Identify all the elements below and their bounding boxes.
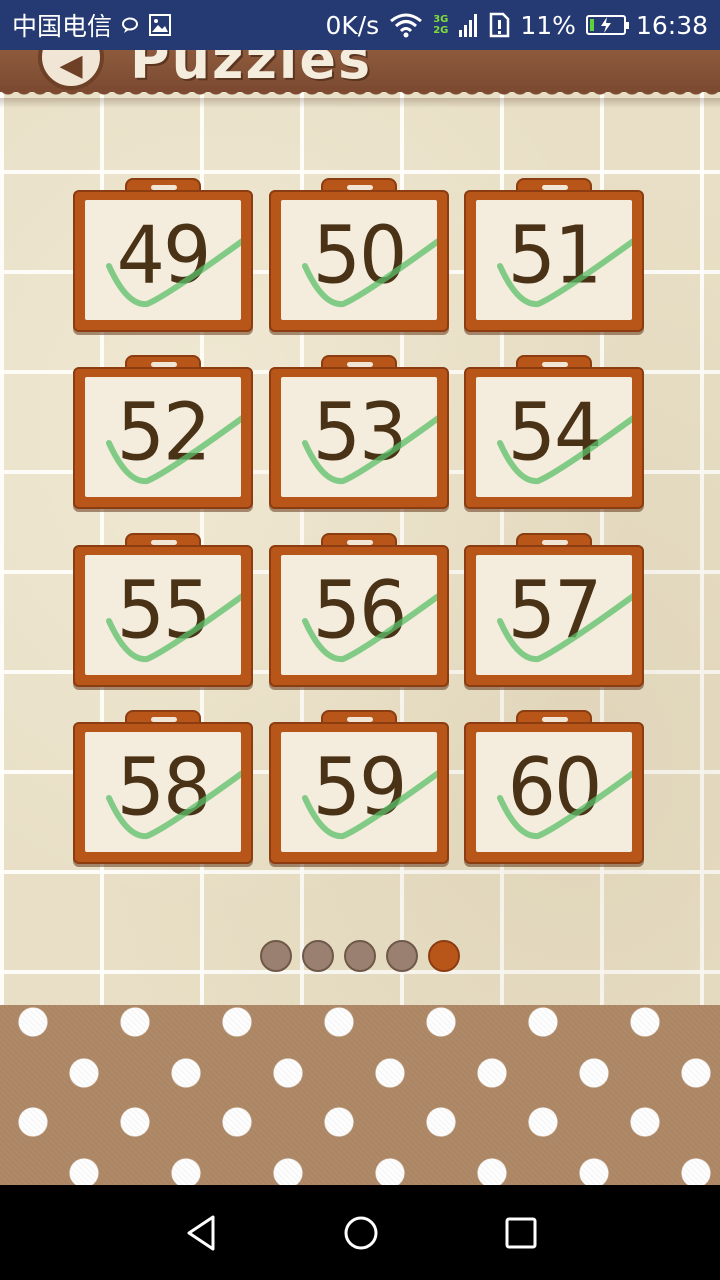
card-frame: 50 (269, 190, 449, 332)
card-face: 50 (281, 200, 437, 320)
completed-check-icon (302, 238, 437, 308)
card-face: 55 (85, 555, 241, 675)
image-icon (148, 13, 172, 37)
card-face: 59 (281, 732, 437, 852)
completed-check-icon (497, 593, 632, 663)
level-card-59[interactable]: 59 (269, 710, 449, 864)
completed-check-icon (106, 238, 241, 308)
completed-check-icon (497, 238, 632, 308)
signal-icon (458, 12, 478, 38)
card-frame: 58 (73, 722, 253, 864)
card-frame: 56 (269, 545, 449, 687)
network-type: 3G 2G (433, 14, 448, 36)
battery-charging-icon (585, 15, 629, 35)
polka-dot-banner (0, 1005, 720, 1185)
completed-check-icon (302, 770, 437, 840)
nav-back-button[interactable] (166, 1207, 236, 1259)
level-card-56[interactable]: 56 (269, 533, 449, 687)
completed-check-icon (302, 593, 437, 663)
level-card-55[interactable]: 55 (73, 533, 253, 687)
nav-recents-button[interactable] (486, 1207, 556, 1259)
level-card-54[interactable]: 54 (464, 355, 644, 509)
page-dot-5[interactable] (428, 940, 460, 972)
network-type-2g: 2G (433, 25, 449, 36)
nav-home-button[interactable] (326, 1207, 396, 1259)
level-card-53[interactable]: 53 (269, 355, 449, 509)
chat-bubble-icon (120, 15, 140, 35)
card-frame: 59 (269, 722, 449, 864)
completed-check-icon (106, 770, 241, 840)
carrier-label: 中国电信 (12, 12, 113, 41)
page-indicator (0, 940, 720, 976)
level-card-60[interactable]: 60 (464, 710, 644, 864)
card-face: 60 (476, 732, 632, 852)
level-select-screen: ◀ Puzzles 49 50 51 52 53 54 55 56 57 58 59 60 (0, 50, 720, 1005)
navigation-bar (0, 1185, 720, 1280)
back-arrow-icon: ◀ (59, 50, 83, 83)
network-type-3g: 3G (433, 14, 449, 25)
sim-alert-icon (488, 12, 510, 38)
card-face: 57 (476, 555, 632, 675)
card-face: 54 (476, 377, 632, 497)
page-dot-1[interactable] (260, 940, 292, 972)
level-card-57[interactable]: 57 (464, 533, 644, 687)
card-frame: 49 (73, 190, 253, 332)
card-frame: 52 (73, 367, 253, 509)
card-frame: 60 (464, 722, 644, 864)
clock: 16:38 (635, 10, 708, 40)
card-frame: 54 (464, 367, 644, 509)
completed-check-icon (497, 770, 632, 840)
level-card-49[interactable]: 49 (73, 178, 253, 332)
recents-square-icon (505, 1217, 537, 1249)
card-face: 52 (85, 377, 241, 497)
card-face: 49 (85, 200, 241, 320)
level-card-50[interactable]: 50 (269, 178, 449, 332)
header-shadow (0, 98, 720, 108)
battery-level-fill (589, 19, 594, 31)
back-triangle-icon (187, 1215, 215, 1251)
page-dot-4[interactable] (386, 940, 418, 972)
home-circle-icon (344, 1216, 378, 1250)
page-dot-3[interactable] (344, 940, 376, 972)
page-title: Puzzles (130, 50, 373, 91)
card-frame: 51 (464, 190, 644, 332)
status-right: 0K/s 3G 2G 11% 16:38 (325, 0, 708, 50)
status-bar: 中国电信 0K/s 3G 2G 11% 16:38 (0, 0, 720, 50)
level-card-58[interactable]: 58 (73, 710, 253, 864)
status-left: 中国电信 (12, 0, 172, 50)
battery-percent: 11% (520, 10, 576, 40)
completed-check-icon (106, 593, 241, 663)
completed-check-icon (302, 415, 437, 485)
wifi-icon (389, 12, 423, 38)
card-frame: 53 (269, 367, 449, 509)
level-card-51[interactable]: 51 (464, 178, 644, 332)
card-frame: 57 (464, 545, 644, 687)
card-face: 51 (476, 200, 632, 320)
completed-check-icon (106, 415, 241, 485)
card-frame: 55 (73, 545, 253, 687)
level-card-52[interactable]: 52 (73, 355, 253, 509)
card-face: 56 (281, 555, 437, 675)
card-face: 53 (281, 377, 437, 497)
net-speed: 0K/s (325, 10, 380, 40)
card-face: 58 (85, 732, 241, 852)
page-dot-2[interactable] (302, 940, 334, 972)
completed-check-icon (497, 415, 632, 485)
